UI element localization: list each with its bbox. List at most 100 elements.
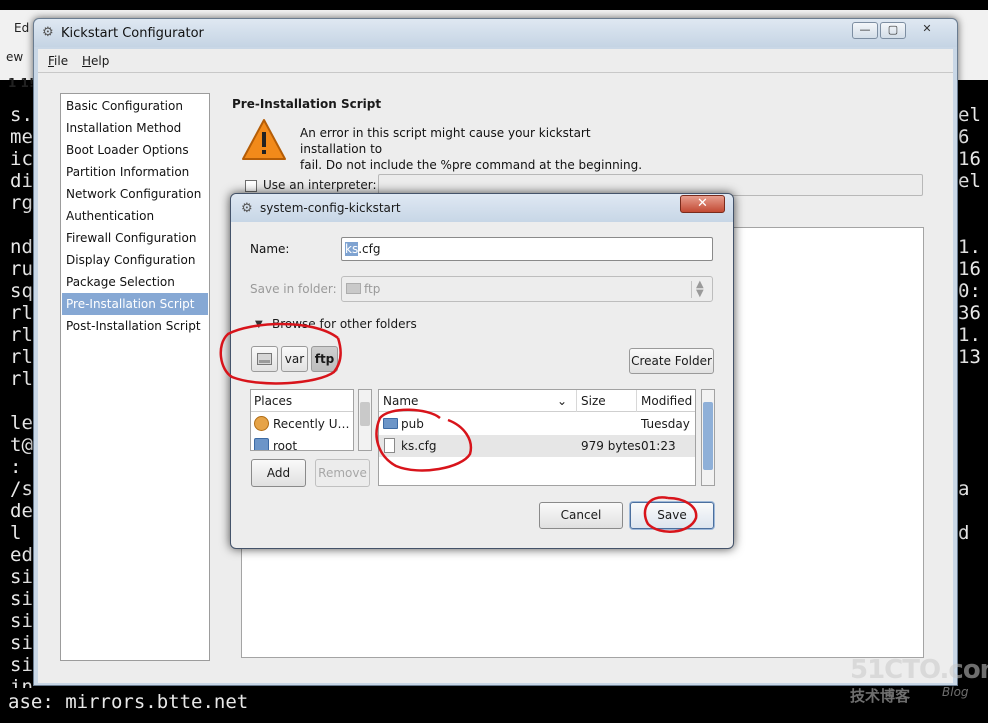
- file-modified: Tuesday: [641, 417, 690, 431]
- folder-icon: [254, 438, 269, 450]
- save-button[interactable]: Save: [630, 502, 714, 529]
- menu-help-mnemonic: H: [82, 54, 92, 68]
- dialog-close-button[interactable]: ✕: [680, 195, 725, 213]
- menu-help[interactable]: Help: [82, 54, 109, 68]
- terminal-tab[interactable]: 1 1!: [8, 76, 34, 90]
- minimize-button[interactable]: —: [852, 22, 878, 39]
- close-button[interactable]: ✕: [910, 22, 944, 39]
- warning-text: An error in this script might cause your…: [300, 125, 660, 173]
- interpreter-label: Use an interpreter:: [263, 178, 377, 192]
- updown-arrow-icon: ▲ ▼: [696, 279, 704, 299]
- sidebar-item-firewall-configuration[interactable]: Firewall Configuration: [62, 227, 208, 249]
- file-list-header: Name ⌄ Size Modified: [379, 390, 695, 412]
- terminal-line: di: [10, 170, 33, 192]
- watermark-blog: Blog: [942, 685, 969, 699]
- maximize-button[interactable]: ▢: [880, 22, 906, 39]
- terminal-line: 1.: [958, 236, 981, 258]
- terminal-line: si: [10, 632, 33, 654]
- recent-icon: [254, 416, 269, 431]
- interpreter-checkbox[interactable]: [245, 180, 257, 192]
- terminal-line: rl: [10, 324, 33, 346]
- terminal-line: rl: [10, 302, 33, 324]
- browse-other-folders-expander[interactable]: Browse for other folders: [272, 317, 417, 331]
- terminal-line: el: [958, 104, 981, 126]
- terminal-line: si: [10, 610, 33, 632]
- terminal-line: 6: [958, 126, 970, 148]
- file-row-ks-cfg[interactable]: ks.cfg 979 bytes 01:23: [379, 435, 695, 457]
- combo-separator: [691, 281, 692, 298]
- window-title: Kickstart Configurator: [61, 26, 204, 41]
- filename-input[interactable]: ks.cfg: [341, 237, 713, 261]
- terminal-menu-view[interactable]: ew: [6, 50, 23, 64]
- sidebar-item-package-selection[interactable]: Package Selection: [62, 271, 208, 293]
- terminal-line: l: [10, 522, 22, 544]
- place-item-recent-label: Recently U…: [273, 417, 350, 431]
- sidebar-item-basic-configuration[interactable]: Basic Configuration: [62, 95, 208, 117]
- sidebar-item-pre-installation-script[interactable]: Pre-Installation Script: [62, 293, 208, 315]
- menu-file-label: ile: [54, 54, 69, 68]
- places-scrollbar[interactable]: [358, 389, 372, 451]
- watermark-main: 51CTO.com: [850, 655, 988, 685]
- terminal-status-line: ase: mirrors.btte.net: [0, 688, 988, 723]
- sidebar-item-post-installation-script[interactable]: Post-Installation Script: [62, 315, 208, 337]
- cancel-button[interactable]: Cancel: [539, 502, 623, 529]
- file-row-pub[interactable]: pub Tuesday: [379, 413, 695, 435]
- sidebar-item-partition-information[interactable]: Partition Information: [62, 161, 208, 183]
- scrollbar-thumb[interactable]: [360, 402, 370, 426]
- add-place-button[interactable]: Add: [251, 459, 306, 487]
- column-size[interactable]: Size: [577, 390, 637, 412]
- places-header[interactable]: Places: [251, 390, 353, 412]
- file-list-scrollbar[interactable]: [701, 389, 715, 486]
- dialog-title: system-config-kickstart: [260, 201, 401, 215]
- terminal-line: 16: [958, 258, 981, 280]
- save-in-folder-combo[interactable]: ftp ▲ ▼: [341, 276, 713, 302]
- window-titlebar[interactable]: ⚙ Kickstart Configurator — ▢ ✕: [34, 19, 957, 47]
- sidebar-item-network-configuration[interactable]: Network Configuration: [62, 183, 208, 205]
- name-label: Name:: [250, 242, 290, 256]
- file-name: pub: [401, 417, 424, 431]
- terminal-line: de: [10, 500, 33, 522]
- sidebar-item-installation-method[interactable]: Installation Method: [62, 117, 208, 139]
- create-folder-button[interactable]: Create Folder: [629, 348, 714, 374]
- file-name: ks.cfg: [401, 439, 437, 453]
- terminal-line: si: [10, 654, 33, 676]
- expander-arrow-icon[interactable]: ▼: [255, 319, 263, 330]
- terminal-line: si: [10, 588, 33, 610]
- save-in-folder-label: Save in folder:: [250, 282, 337, 296]
- terminal-line: ed: [10, 544, 33, 566]
- menu-file[interactable]: File: [48, 54, 68, 68]
- dialog-app-icon: ⚙: [241, 201, 253, 216]
- remove-place-button[interactable]: Remove: [315, 459, 370, 487]
- file-modified: 01:23: [641, 439, 676, 453]
- sidebar-item-authentication[interactable]: Authentication: [62, 205, 208, 227]
- place-item-recent[interactable]: Recently U…: [251, 413, 353, 435]
- terminal-line: rg: [10, 192, 33, 214]
- terminal-line: rl: [10, 346, 33, 368]
- path-button-root[interactable]: [251, 346, 278, 372]
- terminal-line: ru: [10, 258, 33, 280]
- sort-chevron-icon: ⌄: [557, 394, 568, 408]
- column-modified[interactable]: Modified: [637, 390, 695, 412]
- dialog-titlebar[interactable]: ⚙ system-config-kickstart ✕: [231, 194, 733, 222]
- sidebar-item-boot-loader-options[interactable]: Boot Loader Options: [62, 139, 208, 161]
- terminal-menu-edit[interactable]: Ed: [14, 21, 29, 35]
- path-button-var[interactable]: var: [281, 346, 308, 372]
- terminal-line: me: [10, 126, 33, 148]
- column-name-label: Name: [383, 394, 419, 408]
- menu-help-label: elp: [91, 54, 110, 68]
- scrollbar-thumb[interactable]: [703, 402, 713, 470]
- filename-rest-text: .cfg: [358, 242, 381, 256]
- terminal-line: :: [10, 456, 22, 478]
- terminal-line: si: [10, 566, 33, 588]
- terminal-line: el: [958, 170, 981, 192]
- path-button-ftp[interactable]: ftp: [311, 346, 338, 372]
- section-list: Basic Configuration Installation Method …: [60, 93, 210, 661]
- folder-icon: [346, 283, 361, 294]
- places-list: Places Recently U… root: [250, 389, 354, 451]
- warning-line-1: An error in this script might cause your…: [300, 126, 591, 156]
- place-item-root[interactable]: root: [251, 435, 353, 450]
- warning-icon: [242, 119, 286, 160]
- terminal-line: nd: [10, 236, 33, 258]
- sidebar-item-display-configuration[interactable]: Display Configuration: [62, 249, 208, 271]
- column-name[interactable]: Name ⌄: [379, 390, 577, 412]
